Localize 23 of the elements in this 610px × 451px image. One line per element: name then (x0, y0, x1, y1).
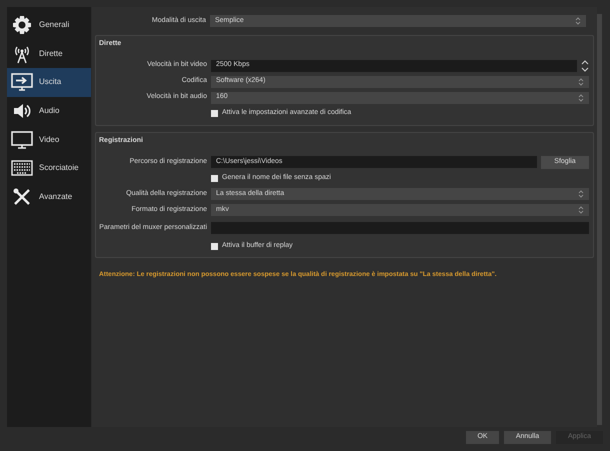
scrollbar[interactable] (597, 14, 602, 425)
monitor-arrow-icon (11, 72, 33, 92)
gear-icon (12, 15, 32, 36)
chevron-icon (578, 206, 584, 214)
sidebar-item[interactable]: Video (7, 125, 91, 154)
checkbox[interactable] (211, 242, 218, 250)
spin-arrows-icon[interactable] (581, 60, 589, 72)
checkbox[interactable] (211, 110, 218, 117)
chevron-icon (575, 17, 581, 25)
sidebar-item[interactable]: Audio (7, 96, 91, 126)
sidebar-item[interactable]: Avanzate (7, 182, 91, 212)
chevron-icon (578, 94, 584, 102)
sidebar-item[interactable]: Generali (7, 11, 91, 40)
input-field[interactable] (211, 222, 589, 234)
sidebar-item[interactable]: Dirette (7, 40, 91, 68)
tools-icon (12, 186, 32, 207)
keyboard-icon (11, 160, 33, 176)
sidebar-item[interactable]: Scorciatoie (7, 154, 91, 183)
sidebar-item[interactable]: Uscita (7, 68, 91, 97)
chevron-icon (578, 78, 584, 86)
monitor-icon (11, 130, 33, 150)
checkbox[interactable] (211, 174, 218, 182)
chevron-icon (578, 190, 584, 198)
